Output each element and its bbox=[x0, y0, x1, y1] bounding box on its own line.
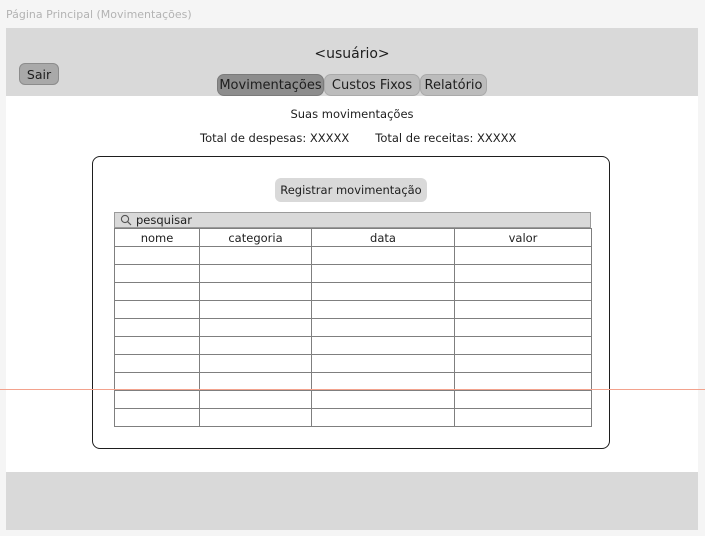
table-body bbox=[114, 246, 592, 427]
search-input[interactable] bbox=[134, 213, 536, 227]
table-cell bbox=[311, 300, 455, 319]
tab-relatorio[interactable]: Relatório bbox=[420, 74, 487, 96]
register-transaction-button[interactable]: Registrar movimentação bbox=[275, 178, 427, 202]
column-header-valor[interactable]: valor bbox=[454, 228, 592, 247]
table-cell bbox=[311, 282, 455, 301]
page-frame: <usuário> Sair Movimentações Custos Fixo… bbox=[6, 28, 698, 530]
table-cell bbox=[311, 372, 455, 391]
table-cell bbox=[114, 282, 200, 301]
total-expenses: Total de despesas: XXXXX bbox=[200, 131, 350, 145]
table-row[interactable] bbox=[114, 408, 592, 427]
table-cell bbox=[311, 318, 455, 337]
table-cell bbox=[114, 390, 200, 409]
table-cell bbox=[454, 354, 592, 373]
table-cell bbox=[454, 372, 592, 391]
table-cell bbox=[454, 336, 592, 355]
tab-bar: Movimentações Custos Fixos Relatório bbox=[217, 74, 487, 96]
page-subtitle: Suas movimentações bbox=[290, 107, 414, 121]
table-cell bbox=[454, 300, 592, 319]
table-header-row: nome categoria data valor bbox=[114, 228, 592, 247]
table-row[interactable] bbox=[114, 264, 592, 283]
table-cell bbox=[199, 264, 312, 283]
table-row[interactable] bbox=[114, 336, 592, 355]
table-cell bbox=[311, 354, 455, 373]
table-cell bbox=[311, 408, 455, 427]
table-cell bbox=[114, 318, 200, 337]
username: <usuário> bbox=[314, 46, 390, 62]
tab-custos-fixos[interactable]: Custos Fixos bbox=[324, 74, 420, 96]
table-cell bbox=[199, 390, 312, 409]
table-cell bbox=[199, 354, 312, 373]
transactions-table: nome categoria data valor bbox=[114, 228, 592, 427]
table-row[interactable] bbox=[114, 390, 592, 409]
table-cell bbox=[311, 264, 455, 283]
search-icon bbox=[120, 213, 134, 227]
table-cell bbox=[454, 246, 592, 265]
totals-row: Total de despesas: XXXXX Total de receita… bbox=[200, 131, 516, 145]
table-cell bbox=[114, 336, 200, 355]
table-cell bbox=[114, 300, 200, 319]
table-row[interactable] bbox=[114, 282, 592, 301]
table-row[interactable] bbox=[114, 372, 592, 391]
column-header-categoria[interactable]: categoria bbox=[199, 228, 312, 247]
table-cell bbox=[114, 246, 200, 265]
transactions-panel: Registrar movimentação nome categoria da… bbox=[92, 156, 610, 449]
table-cell bbox=[454, 318, 592, 337]
table-cell bbox=[199, 336, 312, 355]
table-cell bbox=[311, 336, 455, 355]
table-cell bbox=[454, 264, 592, 283]
column-header-nome[interactable]: nome bbox=[114, 228, 200, 247]
table-cell bbox=[199, 372, 312, 391]
tab-movimentacoes[interactable]: Movimentações bbox=[217, 74, 324, 96]
footer bbox=[6, 472, 698, 530]
table-cell bbox=[454, 408, 592, 427]
table-cell bbox=[114, 408, 200, 427]
table-row[interactable] bbox=[114, 300, 592, 319]
table-row[interactable] bbox=[114, 354, 592, 373]
frame-label: Página Principal (Movimentações) bbox=[6, 8, 192, 21]
header: <usuário> Sair Movimentações Custos Fixo… bbox=[6, 28, 698, 96]
table-cell bbox=[199, 246, 312, 265]
table-cell bbox=[454, 390, 592, 409]
total-income: Total de receitas: XXXXX bbox=[375, 131, 517, 145]
logout-button[interactable]: Sair bbox=[19, 63, 59, 85]
table-cell bbox=[199, 282, 312, 301]
table-cell bbox=[114, 354, 200, 373]
table-cell bbox=[311, 390, 455, 409]
table-row[interactable] bbox=[114, 318, 592, 337]
table-cell bbox=[199, 300, 312, 319]
table-cell bbox=[199, 318, 312, 337]
table-cell bbox=[454, 282, 592, 301]
table-row[interactable] bbox=[114, 246, 592, 265]
table-cell bbox=[199, 408, 312, 427]
table-cell bbox=[114, 372, 200, 391]
table-cell bbox=[114, 264, 200, 283]
column-header-data[interactable]: data bbox=[311, 228, 455, 247]
search-bar[interactable] bbox=[114, 212, 591, 228]
table-cell bbox=[311, 246, 455, 265]
guide-line bbox=[0, 389, 705, 390]
